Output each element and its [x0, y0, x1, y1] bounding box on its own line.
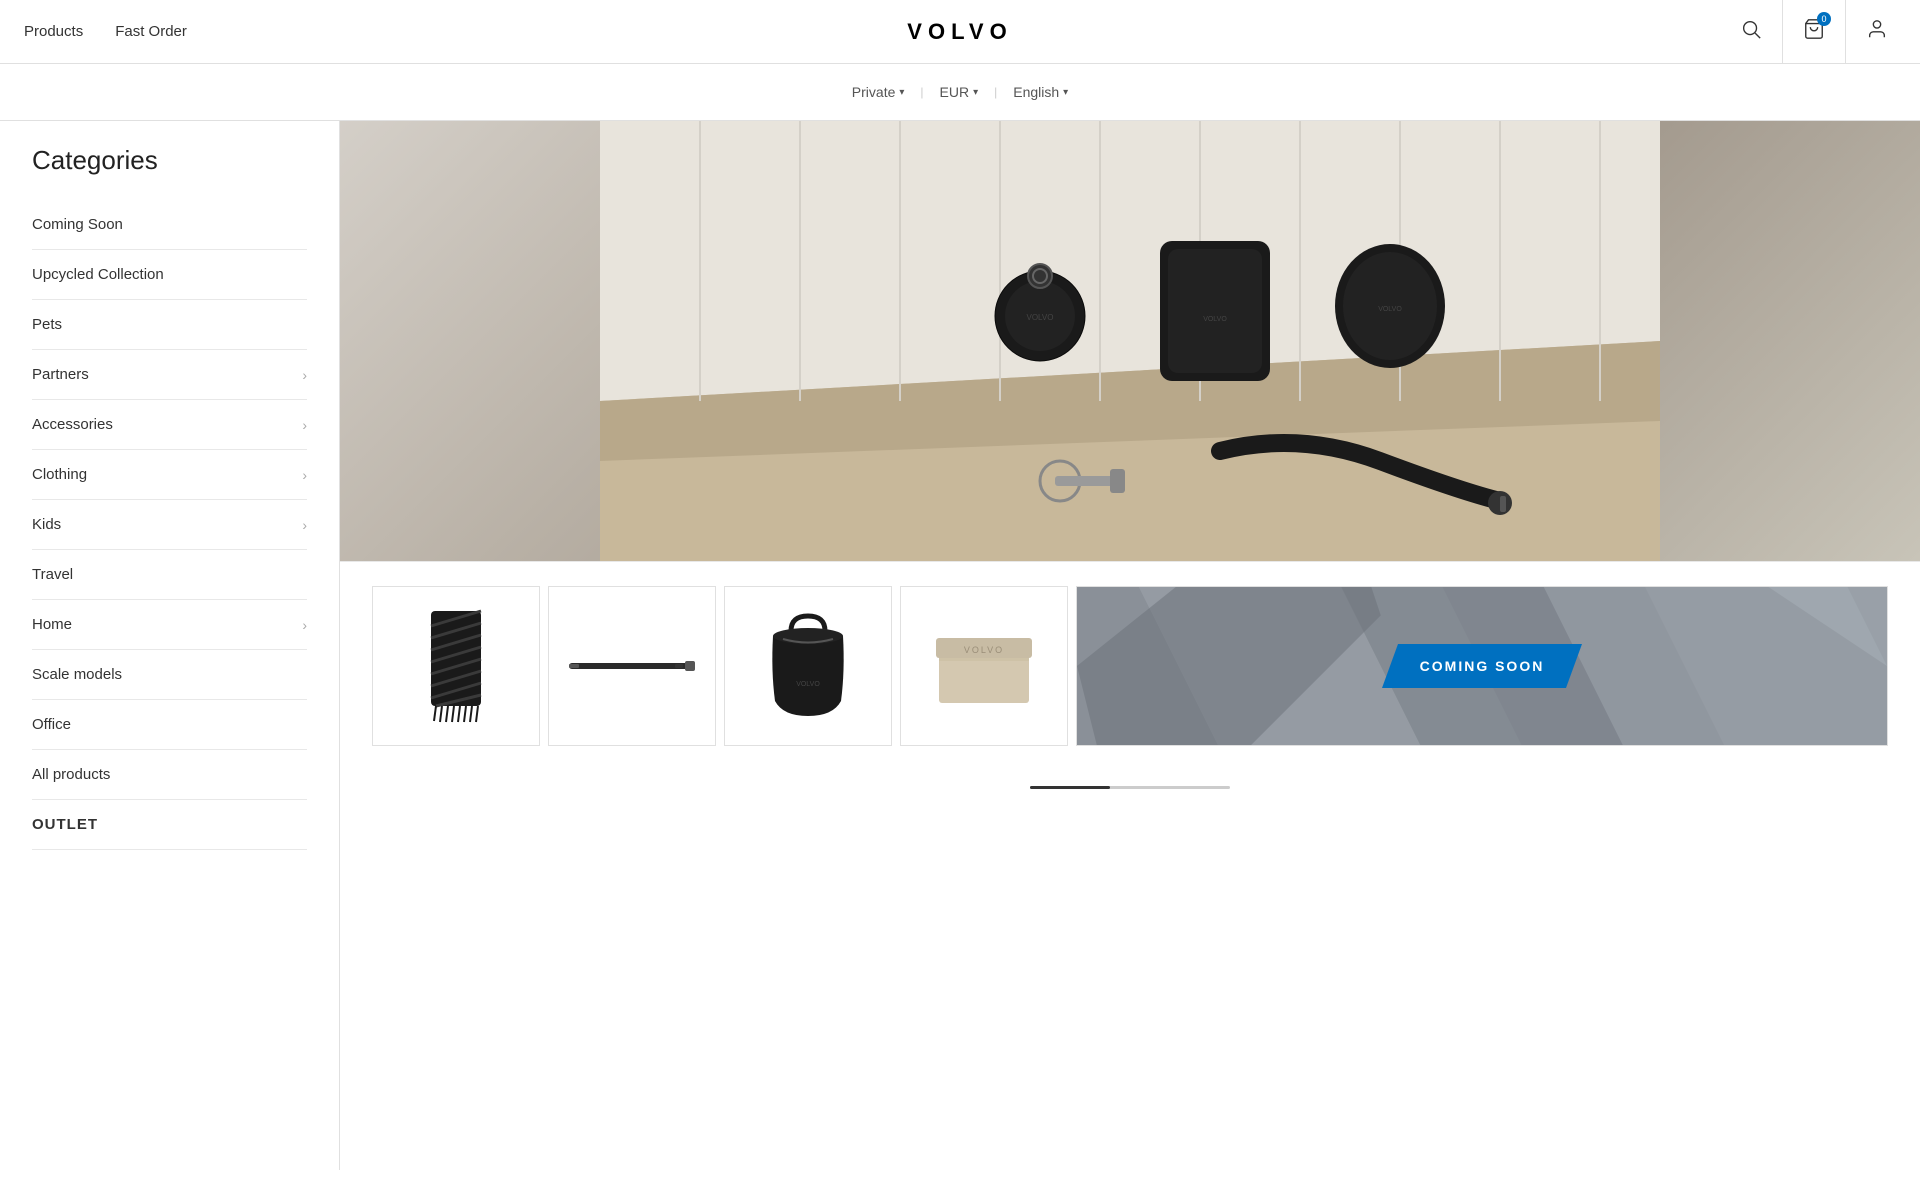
scroll-bar-progress — [1030, 786, 1110, 789]
thumbnails-row: VOLVO VOLVO — [340, 561, 1920, 770]
svg-text:VOLVO: VOLVO — [1027, 313, 1054, 322]
sidebar-item-clothing[interactable]: Clothing › — [32, 450, 307, 500]
sidebar-item-accessories[interactable]: Accessories › — [32, 400, 307, 450]
private-label: Private — [852, 84, 896, 100]
sidebar-item-home[interactable]: Home › — [32, 600, 307, 650]
sidebar-item-scale-models[interactable]: Scale models — [32, 650, 307, 700]
chevron-right-icon: › — [302, 517, 307, 533]
search-button[interactable] — [1732, 10, 1770, 54]
currency-label: EUR — [940, 84, 970, 100]
hero-product-image: VOLVO VOLVO VOLVO — [340, 121, 1920, 561]
svg-text:VOLVO: VOLVO — [1203, 316, 1227, 323]
sidebar-item-label: Clothing — [32, 466, 87, 483]
product-thumbnail-bag[interactable]: VOLVO — [724, 586, 892, 746]
sidebar-item-all-products[interactable]: All products — [32, 750, 307, 800]
scroll-bar — [1030, 786, 1230, 789]
product-thumbnail-box[interactable]: VOLVO — [900, 586, 1068, 746]
currency-selector[interactable]: EUR ▾ — [932, 80, 987, 104]
sub-header: Private ▾ | EUR ▾ | English ▾ — [0, 64, 1920, 121]
header-divider-1 — [1782, 0, 1783, 64]
sidebar-item-label: Accessories — [32, 416, 113, 433]
sidebar-item-label: Scale models — [32, 666, 122, 683]
language-selector[interactable]: English ▾ — [1005, 80, 1076, 104]
sidebar-item-label: Pets — [32, 316, 62, 333]
sidebar-item-travel[interactable]: Travel — [32, 550, 307, 600]
coming-soon-card[interactable]: COMING SOON — [1076, 586, 1888, 746]
sidebar: Categories Coming Soon Upcycled Collecti… — [0, 121, 340, 1170]
scroll-indicator — [340, 770, 1920, 797]
sidebar-item-partners[interactable]: Partners › — [32, 350, 307, 400]
cart-button[interactable]: 0 — [1795, 10, 1833, 54]
sidebar-item-upcycled[interactable]: Upcycled Collection — [32, 250, 307, 300]
sidebar-item-label: Office — [32, 716, 71, 733]
chevron-right-icon: › — [302, 617, 307, 633]
coming-soon-banner: COMING SOON — [1382, 644, 1582, 688]
sidebar-item-label: Partners — [32, 366, 89, 383]
sidebar-item-label: Kids — [32, 516, 61, 533]
products-nav-link[interactable]: Products — [24, 23, 83, 40]
header: Products Fast Order VOLVO 0 — [0, 0, 1920, 64]
sidebar-item-kids[interactable]: Kids › — [32, 500, 307, 550]
main-content: VOLVO VOLVO VOLVO — [340, 121, 1920, 1170]
product-thumbnail-scarf[interactable] — [372, 586, 540, 746]
sidebar-item-label: Coming Soon — [32, 216, 123, 233]
product-thumbnail-pen[interactable] — [548, 586, 716, 746]
sidebar-item-label: Home — [32, 616, 72, 633]
header-right-actions: 0 — [1732, 0, 1896, 64]
cart-badge: 0 — [1817, 12, 1831, 26]
bag-image: VOLVO — [742, 603, 875, 729]
pen-image — [566, 603, 699, 729]
sidebar-title: Categories — [32, 145, 307, 176]
language-label: English — [1013, 84, 1059, 100]
sidebar-item-label: All products — [32, 766, 110, 783]
svg-text:VOLVO: VOLVO — [964, 645, 1004, 655]
fast-order-nav-link[interactable]: Fast Order — [115, 23, 187, 40]
language-chevron-icon: ▾ — [1063, 87, 1068, 98]
sidebar-item-coming-soon[interactable]: Coming Soon — [32, 200, 307, 250]
separator-1: | — [920, 85, 923, 99]
private-chevron-icon: ▾ — [899, 87, 904, 98]
svg-text:VOLVO: VOLVO — [1378, 306, 1402, 313]
account-button[interactable] — [1858, 10, 1896, 54]
chevron-right-icon: › — [302, 467, 307, 483]
site-logo[interactable]: VOLVO — [907, 19, 1012, 45]
sidebar-item-pets[interactable]: Pets — [32, 300, 307, 350]
chevron-right-icon: › — [302, 367, 307, 383]
currency-chevron-icon: ▾ — [973, 87, 978, 98]
chevron-right-icon: › — [302, 417, 307, 433]
scarf-image — [390, 603, 523, 729]
header-divider-2 — [1845, 0, 1846, 64]
sidebar-item-label: Upcycled Collection — [32, 266, 164, 283]
sidebar-item-office[interactable]: Office — [32, 700, 307, 750]
private-selector[interactable]: Private ▾ — [844, 80, 913, 104]
header-left-nav: Products Fast Order — [24, 23, 187, 40]
hero-banner: VOLVO VOLVO VOLVO — [340, 121, 1920, 561]
sidebar-item-label: Travel — [32, 566, 73, 583]
sidebar-outlet-label: OUTLET — [32, 816, 98, 833]
box-image: VOLVO — [918, 603, 1051, 729]
main-layout: Categories Coming Soon Upcycled Collecti… — [0, 121, 1920, 1170]
svg-text:VOLVO: VOLVO — [796, 681, 820, 688]
sidebar-item-outlet[interactable]: OUTLET — [32, 800, 307, 850]
separator-2: | — [994, 85, 997, 99]
